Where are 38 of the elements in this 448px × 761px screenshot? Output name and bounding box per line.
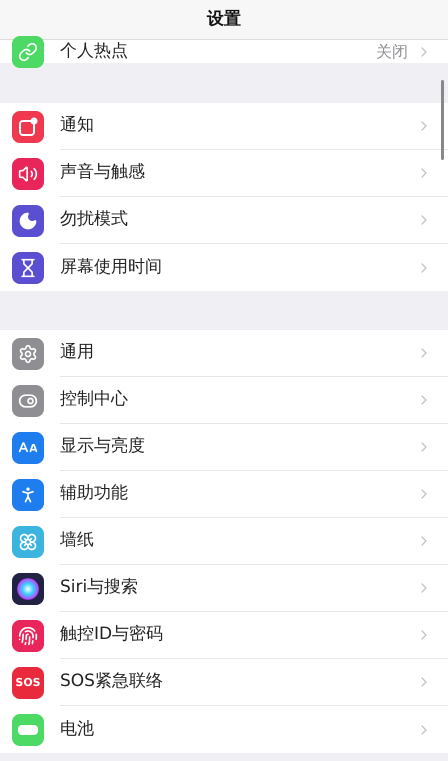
battery-icon [18, 724, 38, 734]
row-label: 辅助功能 [60, 482, 129, 506]
settings-row[interactable]: SOS SOS紧急联络 [0, 659, 448, 706]
row-label: 触控ID与密码 [60, 623, 164, 646]
settings-row[interactable]: 辅助功能 [0, 471, 448, 518]
settings-row[interactable]: Siri与搜索 [0, 565, 448, 612]
row-label: 个人热点 [60, 40, 129, 63]
settings-row[interactable]: 勿扰模式 [0, 197, 448, 244]
row-label: 勿扰模式 [60, 208, 129, 232]
speaker-icon [18, 164, 38, 184]
link-icon [18, 42, 38, 62]
gear-icon [18, 344, 38, 364]
sos-label: SOS [15, 677, 41, 688]
row-label: 声音与触感 [60, 161, 146, 184]
settings-row[interactable]: 控制中心 [0, 377, 448, 424]
settings-row[interactable]: 电池 [0, 706, 448, 753]
fingerprint-icon [18, 626, 38, 646]
nav-title: 设置 [207, 8, 241, 31]
settings-row[interactable]: 屏幕使用时间 [0, 244, 448, 291]
row-label: Siri与搜索 [60, 576, 140, 600]
row-label: 屏幕使用时间 [60, 256, 163, 279]
row-label: 电池 [60, 718, 95, 741]
row-label: 显示与亮度 [60, 435, 146, 458]
flower-icon [18, 532, 38, 552]
settings-row[interactable]: 通用 [0, 330, 448, 377]
row-label: 通知 [60, 114, 95, 138]
row-label: 通用 [60, 341, 95, 364]
settings-row[interactable]: 触控ID与密码 [0, 612, 448, 659]
settings-row[interactable]: 显示与亮度 [0, 424, 448, 471]
settings-row[interactable]: 声音与触感 [0, 150, 448, 197]
row-label: 控制中心 [60, 388, 129, 412]
settings-row[interactable]: 墙纸 [0, 518, 448, 565]
row-label: 墙纸 [60, 529, 95, 552]
settings-row[interactable]: 通知 [0, 103, 448, 150]
moon-icon [18, 210, 38, 230]
row-label: SOS紧急联络 [60, 670, 164, 694]
notification-icon [18, 116, 38, 136]
row-value: 关闭 [376, 40, 408, 62]
